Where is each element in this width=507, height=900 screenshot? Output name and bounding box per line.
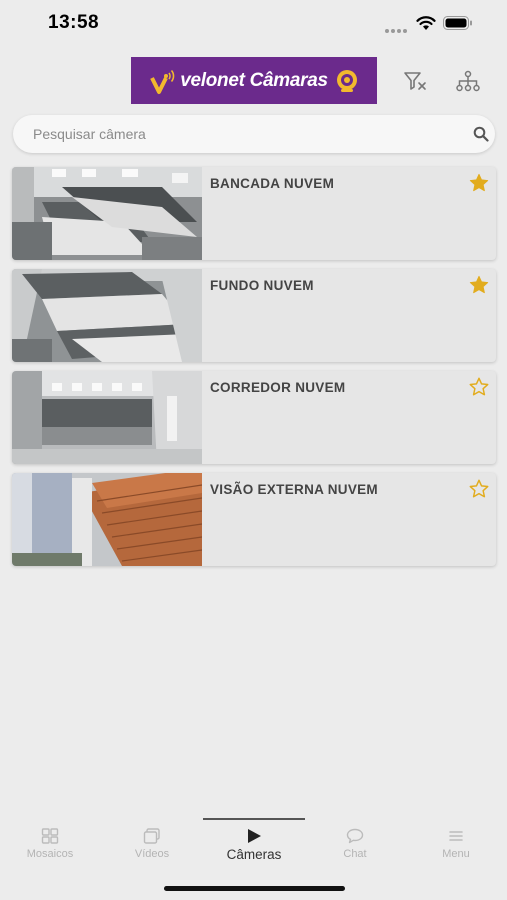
camera-card-visao-externa[interactable]: VISÃO EXTERNA NUVEM — [12, 473, 496, 566]
star-outline-icon[interactable] — [468, 376, 490, 398]
signal-dots-icon — [385, 20, 409, 33]
hierarchy-icon[interactable] — [456, 70, 480, 92]
camera-list: BANCADA NUVEM FUNDO NUVEM CORREDOR NUVEM… — [12, 167, 496, 575]
chat-icon — [346, 828, 364, 844]
wifi-icon — [416, 16, 436, 30]
search-icon[interactable] — [473, 126, 489, 142]
tab-label: Vídeos — [134, 848, 170, 860]
camera-card-corredor[interactable]: CORREDOR NUVEM — [12, 371, 496, 464]
star-outline-icon[interactable] — [468, 478, 490, 500]
bottom-nav: Mosaicos Vídeos Câmeras Chat Menu — [0, 818, 507, 878]
filter-clear-icon[interactable] — [403, 70, 427, 92]
tab-label: Mosaicos — [26, 848, 74, 860]
camera-name: VISÃO EXTERNA NUVEM — [210, 482, 378, 497]
camera-card-fundo[interactable]: FUNDO NUVEM — [12, 269, 496, 362]
videos-icon — [143, 828, 160, 844]
camera-thumbnail[interactable] — [12, 473, 202, 566]
status-time: 13:58 — [48, 12, 100, 33]
star-filled-icon[interactable] — [468, 274, 490, 296]
tab-menu[interactable]: Menu — [406, 828, 506, 860]
search-bar — [13, 115, 495, 153]
tab-cameras[interactable]: Câmeras — [204, 828, 304, 862]
search-input[interactable] — [33, 115, 453, 153]
camera-thumbnail[interactable] — [12, 269, 202, 362]
tab-label: Chat — [343, 848, 367, 860]
star-filled-icon[interactable] — [468, 172, 490, 194]
tab-label: Câmeras — [226, 847, 282, 862]
camera-thumbnail[interactable] — [12, 371, 202, 464]
play-icon — [248, 829, 261, 843]
grid-icon — [41, 828, 59, 844]
app-header: velonet Câmaras — [0, 48, 507, 112]
velonet-logo: velonet Câmaras — [131, 57, 377, 104]
camera-card-bancada[interactable]: BANCADA NUVEM — [12, 167, 496, 260]
camera-thumbnail[interactable] — [12, 167, 202, 260]
tab-videos[interactable]: Vídeos — [102, 828, 202, 860]
active-tab-indicator — [203, 818, 305, 820]
home-indicator[interactable] — [164, 886, 345, 891]
status-bar: 13:58 — [0, 0, 507, 48]
logo-text: velonet Câmaras — [180, 69, 328, 91]
tab-label: Menu — [442, 848, 470, 860]
tab-chat[interactable]: Chat — [305, 828, 405, 860]
tab-mosaicos[interactable]: Mosaicos — [0, 828, 100, 860]
camera-name: CORREDOR NUVEM — [210, 380, 346, 395]
menu-icon — [449, 831, 463, 841]
velonet-v-icon — [150, 69, 175, 94]
camera-name: FUNDO NUVEM — [210, 278, 314, 293]
camera-name: BANCADA NUVEM — [210, 176, 335, 191]
battery-icon — [443, 16, 472, 30]
camera-lens-icon — [336, 69, 357, 92]
